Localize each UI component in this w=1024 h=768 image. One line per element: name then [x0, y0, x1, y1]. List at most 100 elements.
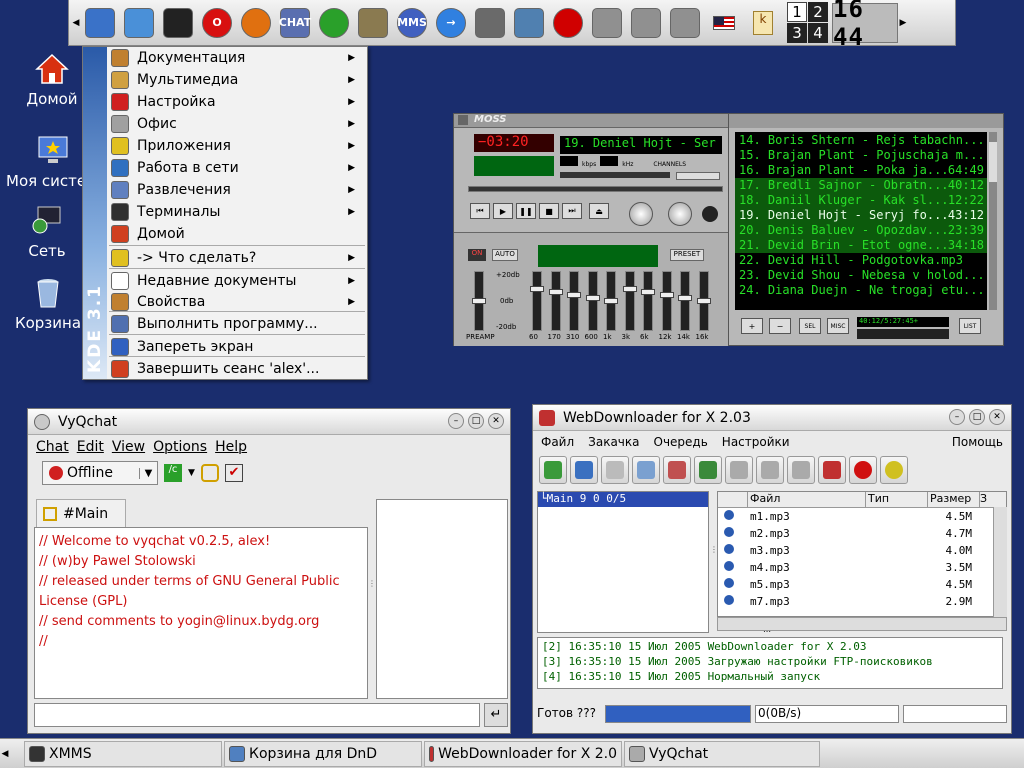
kmenu-item-12[interactable]: Выполнить программу...	[107, 313, 367, 335]
desktop-icon-system[interactable]: Моя систе	[2, 134, 90, 190]
col-file[interactable]: Файл	[748, 492, 866, 507]
playlist-item[interactable]: 23. Devid Shou - Nebesa v holod...	[735, 268, 987, 283]
download-list-scrollbar[interactable]	[993, 507, 1007, 617]
users-list[interactable]	[376, 499, 508, 699]
pager-desktop-2[interactable]: 2	[808, 2, 828, 22]
col-status[interactable]: З	[980, 492, 992, 507]
kmenu-item-0[interactable]: Документация ▶	[107, 47, 367, 69]
volume-knob[interactable]	[668, 202, 692, 226]
launcher-hdd1[interactable]	[588, 4, 626, 42]
chevron-down-icon[interactable]: ▼	[188, 468, 195, 478]
menu-download[interactable]: Закачка	[588, 435, 639, 449]
playlist-scrollbar[interactable]	[989, 132, 997, 310]
launcher-firefox[interactable]	[237, 4, 275, 42]
kmenu-item-4[interactable]: Приложения ▶	[107, 135, 367, 157]
splitter-handle[interactable]: ⋯	[763, 627, 771, 636]
eq-slider-60[interactable]	[530, 271, 544, 331]
tab-main[interactable]: #Main	[36, 499, 126, 527]
desktop-icon-trash[interactable]: Корзина	[4, 276, 92, 332]
eq-preset-button[interactable]: PRESET	[670, 249, 704, 261]
playlist-item[interactable]: 17. Bredli Sajnor - Obratn... 40:12	[735, 178, 987, 193]
launcher-document[interactable]	[510, 4, 548, 42]
stop-button[interactable]: ■	[539, 203, 559, 219]
taskbar-item-trash[interactable]: Корзина для DnD	[224, 740, 422, 767]
pl-add-button[interactable]: +	[741, 318, 763, 334]
prev-button[interactable]: ⏮	[470, 203, 490, 219]
globe-icon[interactable]	[694, 456, 722, 484]
desktop-icon-network[interactable]: Сеть	[3, 204, 91, 260]
launcher-go[interactable]: →	[432, 4, 470, 42]
kmenu-item-13[interactable]: Запереть экран	[107, 336, 367, 358]
eq-on-button[interactable]: ON	[468, 249, 486, 261]
maximize-button[interactable]: □	[468, 413, 484, 429]
launcher-kde-kmenu[interactable]	[81, 4, 119, 42]
menu-chat[interactable]: Chat	[36, 439, 69, 455]
menu-file[interactable]: Файл	[541, 435, 574, 449]
playlist-item[interactable]: 22. Devid Hill - Podgotovka.mp3	[735, 253, 987, 268]
vyqchat-titlebar[interactable]: VyQchat – □ ✕	[28, 409, 510, 435]
playlist-item[interactable]: 19. Deniel Hojt - Seryj fo... 43:12	[735, 208, 987, 223]
eq-slider-3k[interactable]	[622, 271, 637, 331]
download-row[interactable]: m2.mp3 4.7M	[718, 525, 1006, 542]
queue-tree-main[interactable]: └Main 9 0 0/5	[538, 492, 708, 507]
send-button[interactable]: ↵	[484, 703, 508, 727]
playlist-item[interactable]: 20. Denis Baluev - Opozdav... 23:39	[735, 223, 987, 238]
menu-queue[interactable]: Очередь	[654, 435, 708, 449]
eq-slider-1k[interactable]	[604, 271, 618, 331]
taskbar-item-webdl[interactable]: WebDownloader for X 2.0	[424, 740, 622, 767]
pause-button[interactable]: ❚❚	[516, 203, 536, 219]
download-row[interactable]: m7.mp3 2.9M	[718, 593, 1006, 610]
play-button[interactable]: ▶	[493, 203, 513, 219]
menu-help[interactable]: Help	[215, 439, 247, 455]
launcher-target[interactable]	[549, 4, 587, 42]
download-row[interactable]: m1.mp3 4.5M	[718, 508, 1006, 525]
launcher-gimp[interactable]	[354, 4, 392, 42]
panel-hide-right-button[interactable]: ▶	[898, 0, 908, 46]
eq-slider-14k[interactable]	[678, 271, 692, 331]
maximize-button[interactable]: □	[969, 409, 985, 425]
launcher-opera[interactable]: O	[198, 4, 236, 42]
menu-view[interactable]: View	[112, 439, 145, 455]
nick-icon[interactable]	[200, 464, 219, 482]
col-size[interactable]: Размер	[928, 492, 980, 507]
panel-hide-left-button[interactable]: ◀	[71, 0, 81, 46]
minimize-button[interactable]: –	[448, 413, 464, 429]
download-list[interactable]: Файл Тип Размер З m1.mp3 4.5M m2.mp3 4.7M m3…	[717, 491, 1007, 617]
launcher-pen[interactable]	[471, 4, 509, 42]
tree-down-icon[interactable]	[756, 456, 784, 484]
eq-slider-310[interactable]	[567, 271, 581, 331]
taskbar-item-vyqchat[interactable]: VyQchat	[624, 740, 820, 767]
stop-red-icon[interactable]	[849, 456, 877, 484]
playlist-titlebar[interactable]	[729, 114, 1003, 128]
download-row[interactable]: m3.mp3 4.0M	[718, 542, 1006, 559]
paste-download-icon[interactable]	[570, 456, 598, 484]
playlist-list[interactable]: 14. Boris Shtern - Rejs tabachn... 15. Br…	[735, 132, 987, 310]
download-row[interactable]: m4.mp3 3.5M	[718, 559, 1006, 576]
eq-slider-170[interactable]	[548, 271, 563, 331]
download-list-hscrollbar[interactable]	[717, 617, 1007, 631]
kmenu-item-11[interactable]: Свойства ▶	[107, 291, 367, 313]
eq-slider-6k[interactable]	[641, 271, 655, 331]
kmenu-item-8[interactable]: Домой	[107, 223, 367, 245]
col-type[interactable]: Тип	[866, 492, 928, 507]
taskbar-item-xmms[interactable]: XMMS	[24, 740, 222, 767]
kmenu-item-14[interactable]: Завершить сеанс 'alex'...	[107, 358, 367, 380]
playlist-item[interactable]: 24. Diana Duejn - Ne trogaj etu...	[735, 283, 987, 298]
kmenu-item-6[interactable]: Развлечения ▶	[107, 179, 367, 201]
kword-icon[interactable]: k	[744, 4, 782, 42]
launcher-hdd2[interactable]	[627, 4, 665, 42]
pl-select-button[interactable]: SEL	[799, 318, 821, 334]
kmenu-item-9[interactable]: -> Что сделать? ▶	[107, 247, 367, 269]
run-icon[interactable]	[632, 456, 660, 484]
close-button[interactable]: ✕	[488, 413, 504, 429]
playlist-item[interactable]: 14. Boris Shtern - Rejs tabachn...	[735, 133, 987, 148]
pager-desktop-3[interactable]: 3	[787, 23, 807, 43]
taskbar-scroll-left-button[interactable]: ◀	[0, 749, 10, 759]
pl-misc-button[interactable]: MISC	[827, 318, 849, 334]
kmenu-item-7[interactable]: Терминалы ▶	[107, 201, 367, 223]
playlist-item[interactable]: 16. Brajan Plant - Poka ja... 64:49	[735, 163, 987, 178]
stop-icon[interactable]	[663, 456, 691, 484]
download-row[interactable]: m5.mp3 4.5M	[718, 576, 1006, 593]
edit-icon[interactable]	[601, 456, 629, 484]
pl-mini-controls[interactable]	[857, 329, 949, 339]
